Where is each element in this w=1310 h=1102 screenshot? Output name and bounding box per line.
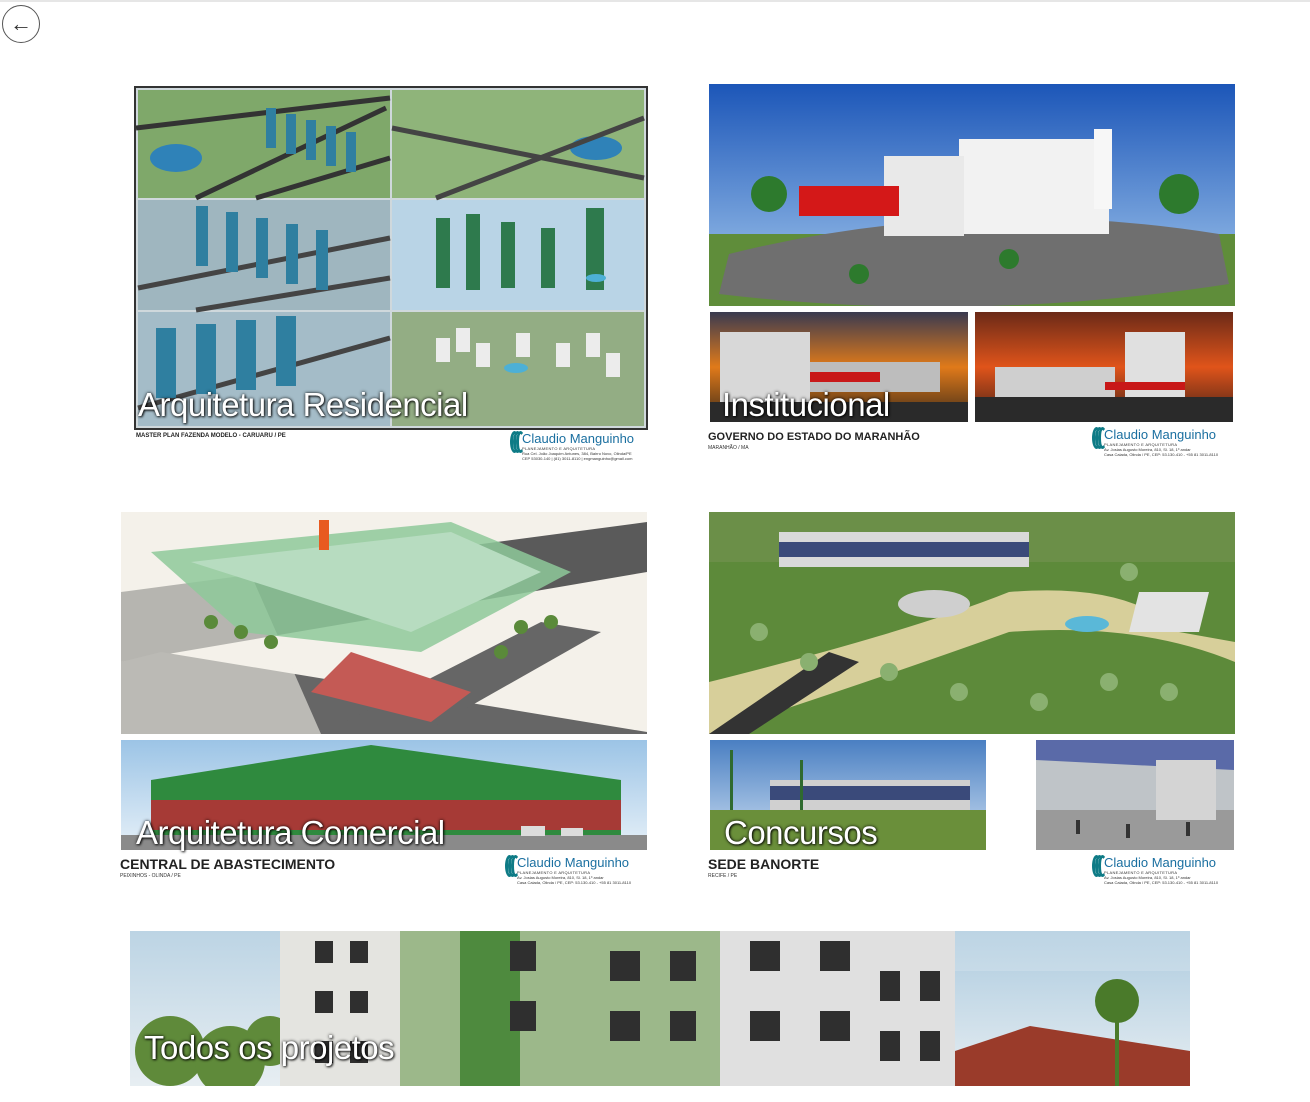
top-divider	[0, 0, 1310, 2]
logo-address-line-2: Casa Caiada, Olinda / PE, CEP: 53.130-41…	[1104, 452, 1219, 457]
logo-address-line-2: CEP 53030-140 | (81) 3011-8110 | engmang…	[522, 456, 633, 461]
project-location: RECIFE / PE	[708, 873, 738, 879]
category-card-concursos[interactable]: Concursos SEDE BANORTE RECIFE / PE Claud…	[708, 512, 1236, 894]
category-card-institucional[interactable]: Institucional GOVERNO DO ESTADO DO MARAN…	[708, 84, 1236, 466]
category-card-residencial[interactable]: Arquitetura Residencial MASTER PLAN FAZE…	[134, 86, 648, 466]
category-caption: Arquitetura Comercial	[136, 814, 445, 851]
project-title: GOVERNO DO ESTADO DO MARANHÃO	[708, 431, 920, 443]
institutional-sunset-render-2	[975, 312, 1233, 422]
logo-mark-icon	[510, 431, 525, 453]
logo-mark-icon	[1092, 855, 1107, 877]
back-button[interactable]: ←	[2, 5, 40, 43]
logo-name: Claudio Manguinho	[517, 855, 630, 870]
category-caption: Arquitetura Residencial	[138, 386, 468, 423]
logo-name: Claudio Manguinho	[1104, 855, 1217, 870]
residential-collage-image	[135, 88, 646, 428]
commercial-aerial-render	[121, 512, 647, 734]
contest-interior-render	[1036, 740, 1234, 850]
logo-address-line-2: Casa Caiada, Olinda / PE, CEP: 53.130-41…	[1104, 880, 1219, 885]
logo-mark-icon	[1092, 427, 1107, 449]
contest-aerial-render	[709, 512, 1235, 734]
logo-mark-icon	[505, 855, 520, 877]
logo-name: Claudio Manguinho	[1104, 427, 1217, 442]
category-caption: Concursos	[724, 814, 878, 851]
project-title: CENTRAL DE ABASTECIMENTO	[120, 856, 336, 872]
arrow-left-icon: ←	[10, 11, 32, 36]
company-logo: Claudio Manguinho PLANEJAMENTO E ARQUITE…	[505, 855, 631, 885]
company-logo: Claudio Manguinho PLANEJAMENTO E ARQUITE…	[1092, 427, 1218, 457]
category-card-todos[interactable]: Todos os projetos	[130, 931, 1190, 1086]
project-title: MASTER PLAN FAZENDA MODELO - CARUARU / P…	[136, 433, 286, 439]
company-logo: Claudio Manguinho PLANEJAMENTO E ARQUITE…	[510, 431, 634, 461]
project-title: SEDE BANORTE	[708, 856, 820, 872]
project-sheet-image	[134, 86, 648, 430]
logo-address-line-2: Casa Caiada, Olinda / PE, CEP: 53.130-41…	[517, 880, 632, 885]
category-caption: Institucional	[722, 386, 890, 423]
project-location: MARANHÃO / MA	[708, 445, 749, 451]
category-caption: Todos os projetos	[144, 1029, 395, 1066]
project-location: PEIXINHOS - OLINDA / PE	[120, 873, 181, 879]
category-card-comercial[interactable]: Arquitetura Comercial CENTRAL DE ABASTEC…	[120, 512, 648, 894]
logo-name: Claudio Manguinho	[522, 431, 635, 446]
company-logo: Claudio Manguinho PLANEJAMENTO E ARQUITE…	[1092, 855, 1218, 885]
institutional-main-render	[709, 84, 1235, 306]
